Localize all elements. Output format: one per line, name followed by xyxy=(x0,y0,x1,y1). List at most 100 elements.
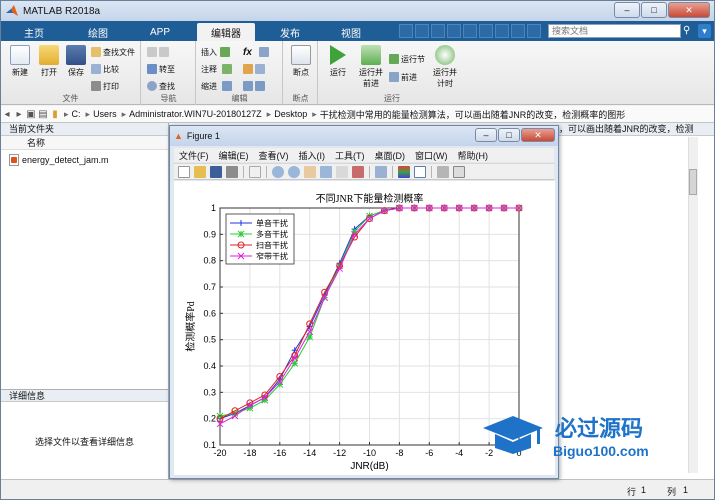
path-crumb-folder[interactable]: 干扰检测中常用的能量检测算法，可以画出随着JNR的改变，检测概率的图形 xyxy=(320,108,626,121)
zoom-out-icon[interactable] xyxy=(288,165,300,178)
forward-icon xyxy=(159,47,169,57)
menu-insert[interactable]: 插入(I) xyxy=(299,149,326,162)
browse-folder-icon[interactable]: ▤ xyxy=(37,109,49,120)
rotate-icon[interactable] xyxy=(320,165,332,178)
quick-help-icon[interactable] xyxy=(511,24,525,38)
new-figure-icon[interactable] xyxy=(178,165,190,178)
quick-copy-icon[interactable] xyxy=(431,24,445,38)
legend-icon[interactable] xyxy=(414,165,426,178)
find-files-button[interactable]: 查找文件 xyxy=(91,46,135,58)
editor-tab[interactable]: ，可以画出随着JNR的改变，检测 xyxy=(556,123,714,136)
advance-button[interactable]: 前进 xyxy=(389,71,417,83)
quick-redo-icon[interactable] xyxy=(479,24,493,38)
cell-icon[interactable] xyxy=(259,46,271,58)
tab-home[interactable]: 主页 xyxy=(9,23,59,41)
y-tick-label: 0.5 xyxy=(203,335,216,345)
figure-logo-icon: ▲ xyxy=(174,131,183,141)
wrap-icon[interactable] xyxy=(243,63,267,75)
figure-close-button[interactable]: ✕ xyxy=(521,128,555,142)
quick-expand-icon[interactable] xyxy=(527,24,541,38)
goto-button[interactable]: 转至 xyxy=(147,63,175,75)
brush-icon[interactable] xyxy=(352,165,364,178)
path-crumb-drive[interactable]: C: xyxy=(72,109,81,119)
print-figure-icon[interactable] xyxy=(226,165,238,178)
save-button[interactable]: 保存 xyxy=(61,45,91,78)
open-file-icon[interactable] xyxy=(194,165,206,178)
quick-cut-icon[interactable] xyxy=(415,24,429,38)
run-section-icon xyxy=(389,54,399,64)
chart-title: 不同JNR下能量检测概率 xyxy=(316,192,424,205)
run-section-button[interactable]: 运行节 xyxy=(389,53,425,65)
hide-tools-icon[interactable] xyxy=(437,165,449,178)
up-folder-icon[interactable]: ▣ xyxy=(25,109,37,120)
pointer-icon[interactable] xyxy=(249,165,261,178)
new-file-icon xyxy=(10,45,30,65)
run-time-icon xyxy=(435,45,455,65)
figure-maximize-button[interactable]: □ xyxy=(498,128,520,142)
indent-button[interactable]: 缩进 xyxy=(201,80,234,92)
toolstrip-tabs: 主页 绘图 APP 编辑器 发布 视图 ⚲ ▾ xyxy=(1,21,714,41)
menu-tools[interactable]: 工具(T) xyxy=(335,149,365,162)
minimize-button[interactable]: – xyxy=(614,2,640,18)
comment-button[interactable]: 注释 xyxy=(201,63,234,75)
m-file-icon xyxy=(9,154,19,166)
back-forward-buttons[interactable] xyxy=(147,46,171,58)
maximize-button[interactable]: □ xyxy=(641,2,667,18)
menu-desktop[interactable]: 桌面(D) xyxy=(375,149,406,162)
y-tick-label: 0.6 xyxy=(203,308,216,318)
menu-file[interactable]: 文件(F) xyxy=(179,149,209,162)
run-group: 运行 运行并 前进 运行节 前进 运行并 计时 运行 xyxy=(319,41,465,105)
run-time-button[interactable]: 运行并 计时 xyxy=(429,45,461,89)
find-button[interactable]: 查找 xyxy=(147,80,175,92)
pan-icon[interactable] xyxy=(304,165,316,178)
close-button[interactable]: ✕ xyxy=(668,2,710,18)
show-tools-icon[interactable] xyxy=(453,165,465,178)
quick-undo-icon[interactable] xyxy=(463,24,477,38)
menu-help[interactable]: 帮助(H) xyxy=(458,149,489,162)
row-value: 1 xyxy=(641,485,647,495)
quick-save-icon[interactable] xyxy=(399,24,413,38)
tab-view[interactable]: 视图 xyxy=(326,23,376,41)
run-button[interactable]: 运行 xyxy=(323,45,353,78)
breakpoint-button[interactable]: 断点 xyxy=(286,45,316,78)
scrollbar-thumb[interactable] xyxy=(689,169,697,195)
indent-more-icon[interactable] xyxy=(243,80,267,92)
new-button[interactable]: 新建 xyxy=(5,45,35,78)
path-crumb-users[interactable]: Users xyxy=(93,109,117,119)
tab-publish[interactable]: 发布 xyxy=(265,23,315,41)
legend-entry: 窄带干扰 xyxy=(256,251,288,261)
link-plot-icon[interactable] xyxy=(375,165,387,178)
search-input[interactable] xyxy=(548,24,681,38)
path-crumb-user[interactable]: Administrator.WIN7U-20180127Z xyxy=(129,109,262,119)
print-button[interactable]: 打印 xyxy=(91,80,119,92)
file-item[interactable]: energy_detect_jam.m xyxy=(1,153,168,167)
path-crumb-desktop[interactable]: Desktop xyxy=(274,109,307,119)
open-button[interactable]: 打开 xyxy=(34,45,64,78)
insert-button[interactable]: 插入 xyxy=(201,46,232,58)
window-title: MATLAB R2018a xyxy=(23,5,101,17)
quick-switch-icon[interactable] xyxy=(495,24,509,38)
back-arrow-icon[interactable]: ◂ xyxy=(1,109,13,120)
colorbar-icon[interactable] xyxy=(398,165,410,178)
save-figure-icon[interactable] xyxy=(210,165,222,178)
menu-window[interactable]: 窗口(W) xyxy=(415,149,448,162)
search-icon[interactable]: ⚲ xyxy=(683,24,695,38)
tab-editor[interactable]: 编辑器 xyxy=(197,23,255,41)
fx-button[interactable]: fx xyxy=(243,46,252,58)
forward-arrow-icon[interactable]: ▸ xyxy=(13,109,25,120)
folder-icon xyxy=(39,45,59,65)
compare-button[interactable]: 比较 xyxy=(91,63,119,75)
y-tick-label: 1 xyxy=(211,203,216,213)
menu-edit[interactable]: 编辑(E) xyxy=(219,149,249,162)
tab-apps[interactable]: APP xyxy=(135,23,185,41)
menu-view[interactable]: 查看(V) xyxy=(259,149,289,162)
tab-plots[interactable]: 绘图 xyxy=(73,23,123,41)
figure-minimize-button[interactable]: – xyxy=(475,128,497,142)
run-advance-button[interactable]: 运行并 前进 xyxy=(355,45,387,89)
zoom-in-icon[interactable] xyxy=(272,165,284,178)
figure-toolbar xyxy=(174,163,554,180)
data-cursor-icon[interactable] xyxy=(336,165,348,178)
name-column-header[interactable]: 名称 xyxy=(1,136,168,150)
notification-icon[interactable]: ▾ xyxy=(698,24,711,38)
quick-paste-icon[interactable] xyxy=(447,24,461,38)
